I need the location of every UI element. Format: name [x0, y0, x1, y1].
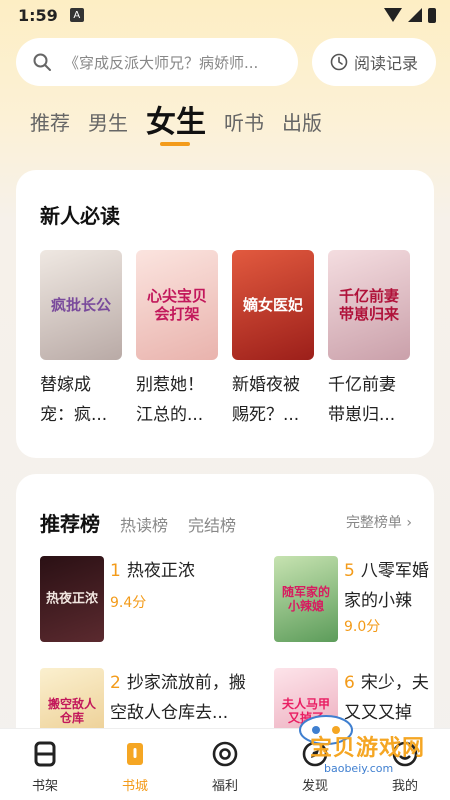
book-cover: 心尖宝贝会打架 — [136, 250, 218, 360]
ranking-title[interactable]: 推荐榜 — [40, 508, 100, 537]
tab-hot-read[interactable]: 热读榜 — [120, 512, 168, 536]
ranking-tabs: 推荐榜 热读榜 完结榜 — [40, 508, 236, 537]
welfare-icon — [210, 739, 240, 769]
book-score: 9.0分 — [344, 619, 381, 635]
watermark-url: baobeiy.com — [324, 762, 394, 775]
status-bar: 1:59 A — [0, 0, 450, 30]
tab-completed[interactable]: 完结榜 — [188, 512, 236, 536]
battery-icon — [428, 7, 436, 23]
book-title: 抄家流放前，搬 — [126, 673, 246, 693]
book-title: 别惹她！ 江总的... — [136, 375, 204, 425]
book-title: 宋少，夫 — [360, 673, 429, 693]
ranking-info: 1 热夜正浓 9.4分 — [110, 556, 195, 642]
tab-recommend[interactable]: 推荐 — [30, 98, 70, 148]
book-cover: 千亿前妻带崽归来 — [328, 250, 410, 360]
rank-number: 1 — [110, 561, 121, 581]
tab-female[interactable]: 女生 — [146, 98, 206, 148]
book-cover-text: 心尖宝贝会打架 — [146, 287, 207, 323]
nav-label: 书城 — [121, 779, 148, 794]
tab-audiobook[interactable]: 听书 — [224, 98, 264, 148]
nav-bookstore[interactable]: 书城 — [90, 729, 180, 800]
section-title: 新人必读 — [40, 204, 120, 228]
book-cover-text: 热夜正浓 — [45, 591, 98, 607]
book-item[interactable]: 嫡女医妃 新婚夜被 赐死？... — [232, 250, 314, 430]
book-title-cont: 家的小辣 — [344, 591, 412, 611]
book-title: 千亿前妻 带崽归... — [328, 375, 396, 425]
category-tabs: 推荐 男生 女生 听书 出版 — [30, 98, 322, 148]
book-title: 新婚夜被 赐死？... — [232, 375, 300, 425]
reading-history-button[interactable]: 阅读记录 — [312, 38, 436, 86]
ranking-item[interactable]: 热夜正浓 1 热夜正浓 9.4分 — [40, 556, 195, 642]
book-item[interactable]: 千亿前妻带崽归来 千亿前妻 带崽归... — [328, 250, 410, 430]
book-cover: 热夜正浓 — [40, 556, 104, 642]
full-list-link[interactable]: 完整榜单 › — [346, 512, 412, 532]
book-cover: 疯批长公 — [40, 250, 122, 360]
book-score: 9.4分 — [110, 595, 147, 611]
search-placeholder: 《穿成反派大师兄？病娇师... — [64, 53, 259, 72]
search-input[interactable]: 《穿成反派大师兄？病娇师... — [16, 38, 298, 86]
book-cover-text: 疯批长公 — [50, 296, 111, 314]
reading-history-label: 阅读记录 — [353, 54, 418, 73]
book-cover-text: 随军家的小辣媳 — [281, 585, 330, 613]
book-title: 八零军婚 — [360, 561, 429, 581]
signal-icon — [408, 8, 422, 22]
book-cover-text: 千亿前妻带崽归来 — [338, 287, 399, 323]
book-title-cont: 空敌人仓库去... — [110, 703, 229, 723]
watermark-text: 宝贝游戏网 — [310, 736, 426, 761]
ranking-item[interactable]: 随军家的小辣媳 5 八零军婚 家的小辣 9.0分 — [274, 556, 429, 642]
rank-number: 5 — [344, 561, 355, 581]
wifi-icon — [384, 8, 402, 22]
search-icon — [33, 53, 51, 71]
status-time: 1:59 — [18, 5, 58, 25]
book-cover: 嫡女医妃 — [232, 250, 314, 360]
book-cover-text: 嫡女医妃 — [242, 296, 303, 314]
book-title: 热夜正浓 — [126, 561, 195, 581]
clock-icon — [330, 53, 348, 71]
notification-a-icon: A — [69, 8, 84, 22]
nav-label: 书架 — [31, 779, 58, 794]
nav-welfare[interactable]: 福利 — [180, 729, 270, 800]
tab-male[interactable]: 男生 — [88, 98, 128, 148]
book-item[interactable]: 疯批长公 替嫁成 宠：疯... — [40, 250, 122, 430]
bookstore-icon — [120, 739, 150, 769]
rank-number: 2 — [110, 673, 121, 693]
book-cover: 随军家的小辣媳 — [274, 556, 338, 642]
chevron-right-icon: › — [406, 515, 412, 531]
book-item[interactable]: 心尖宝贝会打架 别惹她！ 江总的... — [136, 250, 218, 430]
rank-number: 6 — [344, 673, 355, 693]
nav-bookshelf[interactable]: 书架 — [0, 729, 90, 800]
book-title: 替嫁成 宠：疯... — [40, 375, 108, 425]
status-icons — [384, 7, 436, 23]
bookshelf-icon — [30, 739, 60, 769]
book-cover-text: 搬空敌人仓库 — [47, 697, 96, 725]
watermark: 宝贝游戏网 baobeiy.com — [276, 708, 446, 788]
nav-label: 福利 — [211, 779, 238, 794]
new-reader-card: 新人必读 疯批长公 替嫁成 宠：疯... 心尖宝贝会打架 别惹她！ 江总的...… — [16, 170, 434, 458]
ranking-info: 5 八零军婚 家的小辣 9.0分 — [344, 556, 429, 642]
tab-publish[interactable]: 出版 — [282, 98, 322, 148]
